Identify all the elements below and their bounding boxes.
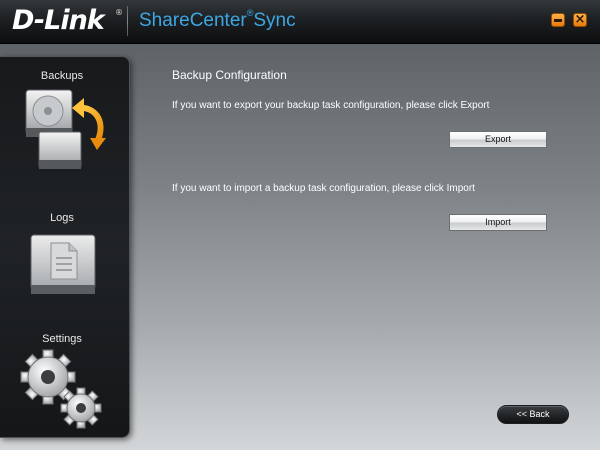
app-title-registered-mark: ® — [246, 8, 254, 18]
app-title-name: ShareCenter — [139, 10, 247, 31]
export-description: If you want to export your backup task c… — [172, 100, 490, 111]
title-divider — [127, 6, 128, 36]
minimize-button[interactable] — [551, 13, 565, 27]
sidebar-item-label: Settings — [42, 333, 82, 345]
dlink-logo: D-Link — [12, 5, 105, 36]
sidebar-item-label: Backups — [40, 70, 84, 82]
sidebar-item-backups[interactable]: Backups — [0, 57, 129, 177]
sidebar-item-label: Logs — [50, 212, 74, 224]
app-title-suffix: Sync — [253, 10, 296, 31]
title-bar: D-Link ® ShareCenter®Sync × — [0, 0, 600, 44]
back-button[interactable]: << Back — [497, 405, 569, 424]
sidebar-item-settings[interactable]: Settings — [0, 297, 129, 435]
sidebar: Backups Logs Settings — [0, 56, 130, 438]
import-button[interactable]: Import — [449, 214, 547, 231]
page-title: Backup Configuration — [172, 68, 287, 82]
document-drive-icon — [30, 234, 96, 294]
gears-icon — [20, 349, 102, 429]
backup-drives-icon — [25, 89, 106, 169]
close-button[interactable]: × — [573, 12, 587, 27]
sidebar-item-logs[interactable]: Logs — [0, 177, 129, 297]
export-button[interactable]: Export — [449, 131, 547, 148]
app-title: ShareCenter®Sync — [139, 8, 296, 32]
close-icon: × — [574, 12, 586, 27]
import-description: If you want to import a backup task conf… — [172, 183, 475, 194]
brand-registered-mark: ® — [115, 8, 123, 17]
